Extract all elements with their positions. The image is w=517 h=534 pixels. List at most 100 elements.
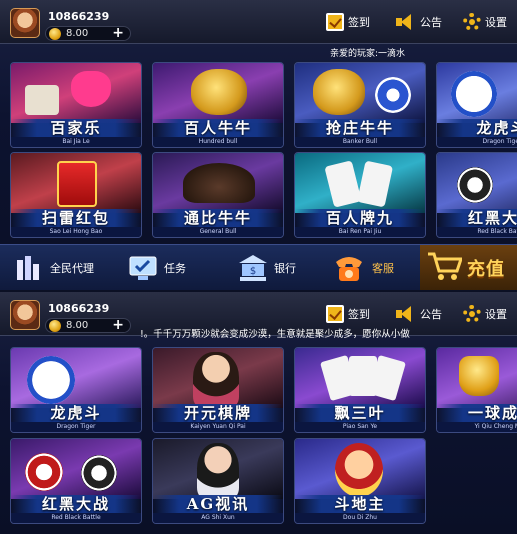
game-title: 开元棋牌 <box>153 404 283 422</box>
dealer-portrait-icon <box>193 352 239 408</box>
user-id: 10866239 <box>48 10 110 23</box>
game-subtitle: Dragon Tiger <box>437 137 517 147</box>
game-card-red-black-battle[interactable]: 红黑大战 Red Black Battle <box>436 152 517 238</box>
game-card-hundred-bull[interactable]: 百人牛牛 Hundred bull <box>152 62 284 148</box>
game-card-red-black-battle[interactable]: 红黑大战 Red Black Battle <box>10 438 142 524</box>
checkin-icon <box>326 13 344 31</box>
nav-service-label: 客服 <box>372 262 394 275</box>
nav-bank[interactable]: $ 银行 <box>238 253 296 283</box>
gear-icon <box>463 13 481 31</box>
settings-label: 设置 <box>485 308 507 321</box>
game-card-minesweeper-redpacket[interactable]: 扫雷红包 Sao Lei Hong Bao <box>10 152 142 238</box>
recharge-button[interactable]: 充值 <box>420 245 517 290</box>
card-art <box>153 153 283 213</box>
cowboy-hat-icon <box>183 163 255 203</box>
game-title: 龙虎斗 <box>437 119 517 137</box>
gear-icon <box>463 305 481 323</box>
game-card-general-bull[interactable]: 通比牛牛 General Bull <box>152 152 284 238</box>
nav-service[interactable]: 客服 <box>332 253 394 283</box>
add-balance-button[interactable]: + <box>112 25 124 41</box>
settings-button[interactable]: 设置 <box>463 12 507 32</box>
game-title: 百人牌九 <box>295 209 425 227</box>
checkin-button[interactable]: 签到 <box>326 12 370 32</box>
announcement-marquee: 亲爱的玩家:一滴水 <box>330 49 406 59</box>
checkin-label: 签到 <box>348 16 370 29</box>
card-art <box>11 439 141 499</box>
game-title: 龙虎斗 <box>11 404 141 422</box>
golden-bull-icon <box>191 69 247 115</box>
game-subtitle: Yi Qiu Cheng Ming <box>437 422 517 432</box>
add-balance-button[interactable]: + <box>112 317 124 333</box>
avatar[interactable] <box>10 8 40 38</box>
card-art <box>153 439 283 499</box>
notice-label: 公告 <box>420 16 442 29</box>
game-subtitle: Red Black Battle <box>11 513 141 523</box>
nav-agent[interactable]: 全民代理 <box>14 253 94 283</box>
notice-button[interactable]: 公告 <box>396 304 442 324</box>
card-art <box>153 63 283 123</box>
recharge-label: 充值 <box>467 259 505 280</box>
balance-bar: 8.00 + <box>45 25 131 41</box>
nav-bank-label: 银行 <box>274 262 296 275</box>
game-title: 百家乐 <box>11 119 141 137</box>
avatar[interactable] <box>10 300 40 330</box>
game-card-yi-qiu-cheng-ming[interactable]: 一球成名 Yi Qiu Cheng Ming <box>436 347 517 433</box>
notice-button[interactable]: 公告 <box>396 12 442 32</box>
card-icon <box>25 85 59 115</box>
game-card-dragon-tiger[interactable]: 龙虎斗 Dragon Tiger <box>10 347 142 433</box>
game-card-hundred-paigow[interactable]: 百人牌九 Bai Ren Pai Jiu <box>294 152 426 238</box>
trophy-icon <box>459 356 499 396</box>
game-subtitle: Dou Di Zhu <box>295 513 425 523</box>
game-card-kaiyuan[interactable]: 开元棋牌 Kaiyen Yuan Qi Pai <box>152 347 284 433</box>
chip-icon <box>375 77 411 113</box>
game-subtitle: Bai Ren Pai Jiu <box>295 227 425 237</box>
game-subtitle: AG Shi Xun <box>153 513 283 523</box>
game-card-dou-di-zhu[interactable]: 斗地主 Dou Di Zhu <box>294 438 426 524</box>
speaker-icon <box>396 14 416 30</box>
nav-tasks[interactable]: 任务 <box>128 253 186 283</box>
game-title: 红黑大战 <box>11 495 141 513</box>
game-subtitle: Sao Lei Hong Bao <box>11 227 141 237</box>
chip-icon <box>25 453 63 491</box>
game-subtitle: Bai Jia Le <box>11 137 141 147</box>
nav-tasks-label: 任务 <box>164 262 186 275</box>
red-packet-icon <box>57 161 97 207</box>
top-bar: 10866239 8.00 + 签到 公告 设置 <box>0 0 517 44</box>
agent-icon <box>14 254 44 282</box>
lobby-panel-bottom: 10866239 8.00 + 签到 公告 设置 !。千千万万颗沙就会变成沙漠，… <box>0 292 517 534</box>
game-title: 红黑大战 <box>437 209 517 227</box>
game-title: 通比牛牛 <box>153 209 283 227</box>
game-subtitle: Kaiyen Yuan Qi Pai <box>153 422 283 432</box>
phone-icon <box>332 252 366 284</box>
card-art <box>295 348 425 408</box>
checkin-button[interactable]: 签到 <box>326 304 370 324</box>
game-title: 斗地主 <box>295 495 425 513</box>
game-card-baccarat[interactable]: 百家乐 Bai Jia Le <box>10 62 142 148</box>
game-card-dragon-tiger[interactable]: 龙虎斗 Dragon Tiger <box>436 62 517 148</box>
game-title: 飘三叶 <box>295 404 425 422</box>
card-art <box>153 348 283 408</box>
dealer-portrait-icon <box>197 443 239 499</box>
coin-icon <box>49 320 61 332</box>
game-card-banker-bull[interactable]: 抢庄牛牛 Banker Bull <box>294 62 426 148</box>
game-title: AG视讯 <box>153 495 283 513</box>
game-card-ag-live[interactable]: AG视讯 AG Shi Xun <box>152 438 284 524</box>
landlord-character-icon <box>335 443 383 497</box>
card-art <box>11 153 141 213</box>
balance-bar: 8.00 + <box>45 317 131 333</box>
balance-value: 8.00 <box>66 28 89 39</box>
domino-icon <box>324 160 362 208</box>
chip-icon <box>27 356 75 404</box>
speaker-icon <box>396 306 416 322</box>
game-subtitle: Red Black Battle <box>437 227 517 237</box>
card-art <box>295 439 425 499</box>
chip-icon <box>451 71 497 117</box>
bottom-nav: 全民代理 任务 $ 银行 客服 充值 <box>0 244 517 290</box>
settings-button[interactable]: 设置 <box>463 304 507 324</box>
lobby-panel-top: 10866239 8.00 + 签到 公告 设置 亲爱的玩家:一滴水 百家乐 B… <box>0 0 517 290</box>
bank-icon: $ <box>238 254 268 282</box>
game-title: 抢庄牛牛 <box>295 119 425 137</box>
card-art <box>295 153 425 213</box>
game-subtitle: General Bull <box>153 227 283 237</box>
game-card-piao-san-ye[interactable]: 飘三叶 Piao San Ye <box>294 347 426 433</box>
